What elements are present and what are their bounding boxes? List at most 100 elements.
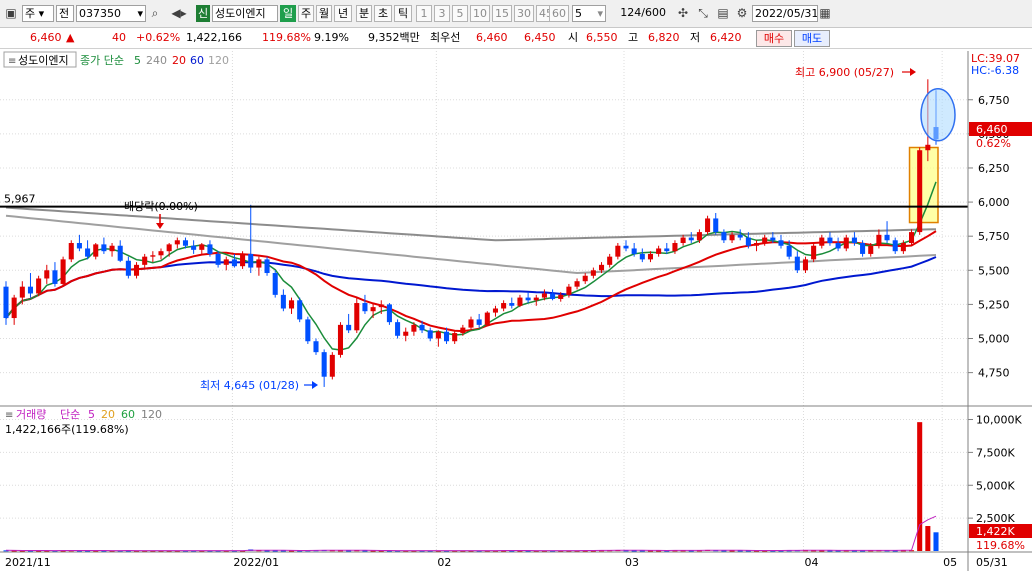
candle-body — [215, 253, 221, 265]
period-button-day[interactable]: 일 — [280, 5, 296, 22]
period-button-month[interactable]: 월 — [316, 5, 332, 22]
last-price-tag: 6,460 — [976, 123, 1008, 136]
period-button-week[interactable]: 주 — [298, 5, 314, 22]
price-tick-label: 6,750 — [978, 94, 1010, 107]
candle-body — [142, 256, 148, 265]
market-select[interactable]: 주 ▾ — [22, 5, 54, 22]
minute-button-3[interactable]: 3 — [434, 5, 450, 22]
candle-body — [753, 243, 760, 246]
candle-body — [607, 256, 613, 265]
best-quote-label: 최우선 — [430, 31, 461, 44]
stock-name-field[interactable]: 성도이엔지 — [212, 5, 278, 22]
candle-body — [623, 245, 629, 249]
minute-button-15[interactable]: 15 — [492, 5, 512, 22]
search-icon[interactable]: ⌕ — [148, 5, 162, 22]
calendar-icon[interactable]: ▦ — [818, 5, 832, 22]
candle-body — [305, 319, 311, 342]
volume-tick-label: 2,500K — [976, 512, 1015, 525]
highlight-ellipse — [920, 88, 956, 142]
count-total: /600 — [641, 6, 666, 19]
code-input[interactable]: 037350 ▾ — [76, 5, 146, 22]
volume-tick-label: 5,000K — [976, 479, 1015, 492]
chart-area[interactable]: 5,967 6,7506,5006,2506,0005,7505,5005,25… — [0, 49, 1032, 572]
vol-ma-period-120: 120 — [141, 408, 162, 421]
volume-tick-label: 10,000K — [976, 414, 1022, 427]
type-select-value: 전 — [59, 7, 70, 20]
save-icon[interactable]: ▤ — [714, 5, 732, 22]
open-label: 시 — [568, 31, 579, 44]
candle-body — [76, 243, 82, 249]
code-input-value: 037350 — [79, 7, 121, 20]
candle-body — [321, 352, 327, 377]
candle-body — [329, 354, 335, 377]
open-price: 6,550 — [586, 31, 618, 44]
period-button-minute[interactable]: 분 — [356, 5, 372, 22]
price-tick-label: 5,750 — [978, 230, 1010, 243]
date-tick-label: 2021/11 — [5, 556, 51, 569]
candle-body — [337, 324, 344, 355]
minute-button-10[interactable]: 10 — [470, 5, 490, 22]
candle-body — [811, 245, 817, 260]
high-label: 고 — [628, 31, 639, 44]
date-tick-label: 04 — [804, 556, 818, 569]
candle-body — [68, 243, 74, 260]
window-icon[interactable]: ▣ — [2, 5, 20, 22]
candle-body — [60, 259, 66, 284]
candle-body — [240, 253, 246, 267]
ma-period-240: 240 — [146, 54, 167, 67]
price-tick-label: 6,000 — [978, 196, 1010, 209]
candle-body — [525, 297, 531, 301]
interval-input-value: 5 — [575, 7, 582, 20]
candle-body — [313, 341, 319, 353]
volume-label: 거래량 — [16, 408, 46, 421]
high-price: 6,820 — [648, 31, 680, 44]
minute-button-60[interactable]: 60 — [549, 5, 569, 22]
candle-body — [827, 237, 833, 244]
period-button-second[interactable]: 초 — [374, 5, 392, 22]
candle-body — [3, 286, 9, 319]
candle-body — [85, 248, 91, 257]
gear-icon[interactable]: ⚙ — [734, 5, 750, 22]
quote-bar: 6,460 ▲ 40 +0.62% 1,422,166 119.68% 9.19… — [0, 28, 1032, 49]
candle-body — [460, 327, 466, 334]
candle-body — [778, 240, 784, 246]
sell-button[interactable]: 매도 — [794, 30, 830, 47]
draw-tool-icon[interactable]: ⤡ — [694, 5, 712, 22]
candle-body — [745, 237, 751, 246]
candle-body — [843, 237, 849, 249]
candle-body — [19, 286, 25, 298]
candle-body — [288, 300, 295, 309]
candle-body — [27, 286, 34, 294]
stock-chart-svg[interactable]: 5,967 6,7506,5006,2506,0005,7505,5005,25… — [0, 49, 1032, 572]
vol-ma-period-20: 20 — [101, 408, 115, 421]
ma-period-20: 20 — [172, 54, 186, 67]
interval-input[interactable]: 5 ▾ — [572, 5, 606, 22]
minute-button-30[interactable]: 30 — [514, 5, 534, 22]
minute-button-5[interactable]: 5 — [452, 5, 468, 22]
candle-body — [150, 255, 156, 257]
turnover-rate: 9.19% — [314, 31, 349, 44]
high-annotation: 최고 6,900 (05/27) — [795, 66, 894, 79]
buy-button[interactable]: 매수 — [756, 30, 792, 47]
candle-body — [297, 300, 303, 320]
candle-body — [892, 240, 898, 252]
candle-body — [639, 253, 645, 260]
candle-body — [199, 244, 205, 250]
candle-body — [598, 264, 605, 271]
candle-body — [876, 234, 882, 246]
date-input[interactable]: 2022/05/31 — [752, 5, 818, 22]
speaker-icon[interactable]: ◀▸ — [164, 5, 194, 22]
candle-body — [860, 243, 866, 254]
candle-body — [182, 240, 189, 246]
candle-body — [680, 237, 686, 244]
hc-value: HC:-6.38 — [971, 64, 1019, 77]
candle-body — [770, 237, 776, 241]
type-select[interactable]: 전 — [56, 5, 74, 22]
price-tick-label: 5,500 — [978, 264, 1010, 277]
period-button-tick[interactable]: 틱 — [394, 5, 412, 22]
chart-type-icon[interactable]: ✣ — [674, 5, 692, 22]
period-button-year[interactable]: 년 — [334, 5, 352, 22]
candle-body — [191, 245, 197, 250]
minute-button-1[interactable]: 1 — [416, 5, 432, 22]
dividend-annotation: 배당락(0.00%) — [124, 200, 198, 213]
